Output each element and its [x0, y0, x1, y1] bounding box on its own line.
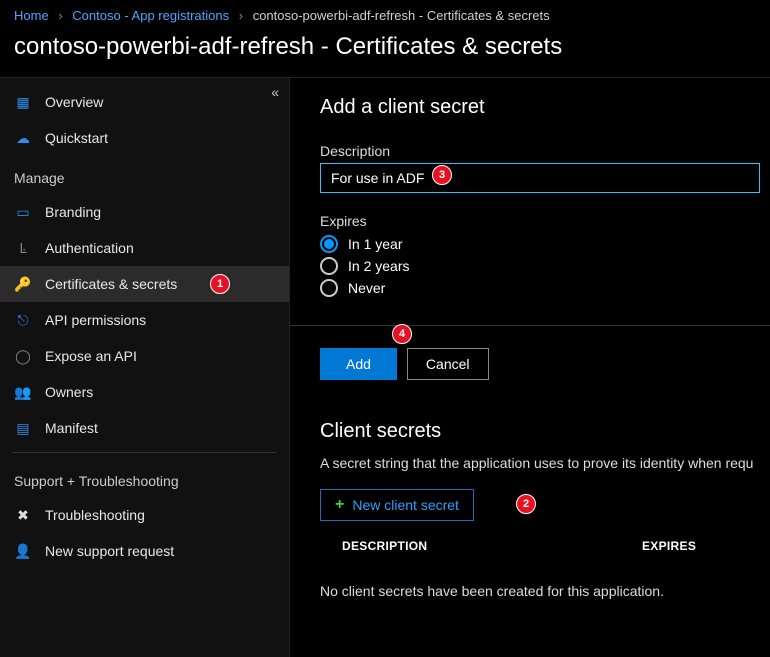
- radio-icon: [320, 257, 338, 275]
- sidebar-item-api-permissions[interactable]: ⎋ API permissions: [0, 302, 289, 338]
- owners-icon: 👥: [14, 383, 32, 401]
- section-manage: Manage: [0, 156, 289, 194]
- add-button[interactable]: Add: [320, 348, 397, 380]
- sidebar-item-label: Authentication: [45, 240, 134, 256]
- sidebar-item-label: New support request: [45, 543, 174, 559]
- overview-icon: ▦: [14, 93, 32, 111]
- main-content: Add a client secret Description 3 Expire…: [290, 78, 770, 657]
- th-expires: EXPIRES: [642, 539, 742, 553]
- callout-1: 1: [210, 274, 230, 294]
- new-client-secret-button[interactable]: + New client secret: [320, 489, 474, 521]
- breadcrumb-parent[interactable]: Contoso - App registrations: [72, 8, 229, 23]
- panel-title: Add a client secret: [320, 96, 770, 119]
- sidebar-item-branding[interactable]: ▭ Branding: [0, 194, 289, 230]
- manifest-icon: ▤: [14, 419, 32, 437]
- cancel-button[interactable]: Cancel: [407, 348, 489, 380]
- expires-option-2years[interactable]: In 2 years: [320, 257, 770, 275]
- divider: [12, 452, 277, 453]
- sidebar-item-overview[interactable]: ▦ Overview: [0, 84, 289, 120]
- sidebar-item-troubleshooting[interactable]: ✖ Troubleshooting: [0, 497, 289, 533]
- radio-label: In 2 years: [348, 258, 409, 274]
- sidebar-item-label: Troubleshooting: [45, 507, 145, 523]
- sidebar-item-certificates-secrets[interactable]: 🔑 Certificates & secrets 1: [0, 266, 289, 302]
- plus-icon: +: [335, 496, 344, 514]
- description-input[interactable]: [320, 163, 760, 193]
- api-permissions-icon: ⎋: [14, 311, 32, 329]
- sidebar-item-label: Certificates & secrets: [45, 276, 177, 292]
- secrets-table-header: DESCRIPTION EXPIRES: [320, 539, 770, 553]
- collapse-sidebar-icon[interactable]: «: [271, 84, 279, 100]
- sidebar-item-label: Manifest: [45, 420, 98, 436]
- radio-label: Never: [348, 280, 385, 296]
- section-support: Support + Troubleshooting: [0, 459, 289, 497]
- callout-4: 4: [392, 324, 412, 344]
- sidebar-item-label: Expose an API: [45, 348, 137, 364]
- expires-radio-group: In 1 year In 2 years Never: [320, 235, 770, 297]
- sidebar-item-manifest[interactable]: ▤ Manifest: [0, 410, 289, 446]
- sidebar-item-new-support-request[interactable]: 👤 New support request: [0, 533, 289, 569]
- th-description: DESCRIPTION: [342, 539, 642, 553]
- cloud-icon: ☁: [14, 129, 32, 147]
- callout-2: 2: [516, 494, 536, 514]
- sidebar-item-authentication[interactable]: ꛚ Authentication: [0, 230, 289, 266]
- sidebar-item-label: Owners: [45, 384, 93, 400]
- certificate-icon: 🔑: [14, 275, 32, 293]
- client-secrets-description: A secret string that the application use…: [320, 455, 770, 471]
- expose-api-icon: ◯: [14, 347, 32, 365]
- expires-label: Expires: [320, 213, 770, 229]
- expires-option-never[interactable]: Never: [320, 279, 770, 297]
- empty-secrets-message: No client secrets have been created for …: [320, 583, 770, 599]
- client-secrets-title: Client secrets: [320, 420, 770, 443]
- wrench-icon: ✖: [14, 506, 32, 524]
- branding-icon: ▭: [14, 203, 32, 221]
- key-icon: ꛚ: [14, 239, 32, 257]
- sidebar-item-expose-api[interactable]: ◯ Expose an API: [0, 338, 289, 374]
- new-client-secret-label: New client secret: [352, 497, 459, 513]
- sidebar-item-quickstart[interactable]: ☁ Quickstart: [0, 120, 289, 156]
- page-title: contoso-powerbi-adf-refresh - Certificat…: [0, 33, 770, 78]
- radio-icon: [320, 235, 338, 253]
- description-label: Description: [320, 143, 770, 159]
- sidebar-item-label: API permissions: [45, 312, 146, 328]
- breadcrumb: Home › Contoso - App registrations › con…: [0, 0, 770, 33]
- breadcrumb-home[interactable]: Home: [14, 8, 49, 23]
- chevron-right-icon: ›: [58, 8, 62, 23]
- sidebar-item-owners[interactable]: 👥 Owners: [0, 374, 289, 410]
- sidebar: « ▦ Overview ☁ Quickstart Manage ▭ Brand…: [0, 78, 290, 657]
- chevron-right-icon: ›: [239, 8, 243, 23]
- sidebar-item-label: Overview: [45, 94, 103, 110]
- breadcrumb-current: contoso-powerbi-adf-refresh - Certificat…: [253, 8, 550, 23]
- radio-icon: [320, 279, 338, 297]
- sidebar-item-label: Branding: [45, 204, 101, 220]
- callout-3: 3: [432, 165, 452, 185]
- sidebar-item-label: Quickstart: [45, 130, 108, 146]
- expires-option-1year[interactable]: In 1 year: [320, 235, 770, 253]
- support-icon: 👤: [14, 542, 32, 560]
- radio-label: In 1 year: [348, 236, 402, 252]
